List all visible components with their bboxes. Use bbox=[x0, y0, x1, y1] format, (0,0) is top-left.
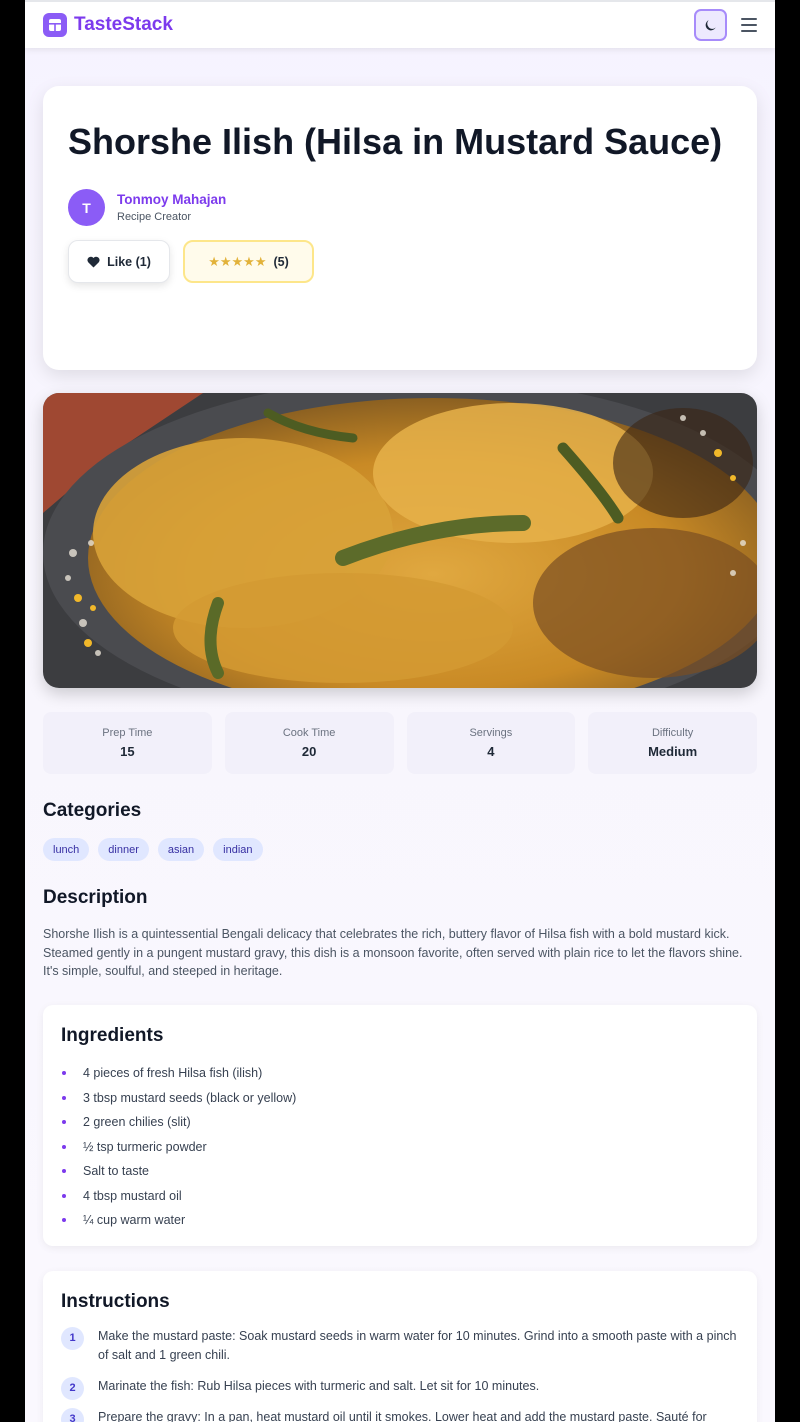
rating-count: (5) bbox=[273, 254, 289, 269]
list-item: Salt to taste bbox=[43, 1159, 757, 1184]
stat-label: Servings bbox=[469, 727, 513, 739]
category-tag[interactable]: lunch bbox=[43, 838, 90, 861]
recipe-title: Shorshe Ilish (Hilsa in Mustard Sauce) bbox=[68, 121, 723, 162]
bullet-icon bbox=[62, 1071, 66, 1075]
brand-logo-icon bbox=[43, 13, 67, 37]
step-number: 1 bbox=[61, 1327, 84, 1350]
category-tag[interactable]: indian bbox=[213, 838, 263, 861]
instruction-step: 1 Make the mustard paste: Soak mustard s… bbox=[43, 1327, 757, 1365]
stat-value: Medium bbox=[648, 744, 698, 759]
bullet-icon bbox=[62, 1144, 66, 1149]
theme-toggle-button[interactable] bbox=[694, 9, 727, 41]
rating-stars: ★★★★★ bbox=[208, 253, 267, 269]
ingredients-card: Ingredients 4 pieces of fresh Hilsa fish… bbox=[43, 1005, 757, 1246]
top-navbar: TasteStack bbox=[25, 0, 775, 48]
instructions-heading: Instructions bbox=[61, 1291, 170, 1312]
recipe-image bbox=[43, 393, 757, 688]
author-role: Recipe Creator bbox=[117, 211, 191, 223]
bullet-icon bbox=[62, 1193, 66, 1198]
like-button[interactable]: Like (1) bbox=[68, 240, 170, 283]
brand[interactable]: TasteStack bbox=[43, 13, 173, 37]
recipe-page: TasteStack Shorshe Ilish (Hilsa in Musta… bbox=[25, 0, 775, 1422]
stat-value: 20 bbox=[301, 744, 317, 759]
step-text: Make the mustard paste: Soak mustard see… bbox=[98, 1329, 737, 1362]
bullet-icon bbox=[62, 1095, 66, 1100]
step-number: 2 bbox=[61, 1377, 84, 1400]
bullet-icon bbox=[62, 1218, 66, 1222]
stat-cook-time: Cook Time 20 bbox=[224, 712, 394, 774]
recipe-actions: Like (1) ★★★★★ (5) bbox=[68, 240, 732, 283]
category-tags: lunch dinner asian indian bbox=[43, 838, 263, 861]
list-item: 3 tbsp mustard seeds (black or yellow) bbox=[43, 1086, 757, 1111]
categories-heading: Categories bbox=[43, 800, 142, 821]
description-text: Shorshe Ilish is a quintessential Bengal… bbox=[43, 927, 743, 978]
description-heading: Description bbox=[43, 887, 148, 908]
category-tag[interactable]: dinner bbox=[98, 838, 149, 861]
stat-value: 15 bbox=[120, 744, 135, 759]
stat-prep-time: Prep Time 15 bbox=[43, 712, 212, 774]
list-item: ½ tsp turmeric powder bbox=[43, 1135, 757, 1160]
step-text: Marinate the fish: Rub Hilsa pieces with… bbox=[98, 1379, 540, 1393]
stat-label: Difficulty bbox=[651, 727, 694, 739]
ingredients-list: 4 pieces of fresh Hilsa fish (ilish) 3 t… bbox=[43, 1061, 757, 1233]
ingredients-heading: Ingredients bbox=[61, 1025, 164, 1046]
list-item: 4 pieces of fresh Hilsa fish (ilish) bbox=[43, 1061, 757, 1086]
list-item: 2 green chilies (slit) bbox=[43, 1110, 757, 1135]
instruction-step: 3 Prepare the gravy: In a pan, heat must… bbox=[43, 1408, 757, 1422]
list-item: 4 tbsp mustard oil bbox=[43, 1184, 757, 1209]
moon-icon bbox=[705, 20, 716, 31]
step-number: 3 bbox=[61, 1408, 84, 1422]
author-info: T Tonmoy Mahajan Recipe Creator bbox=[68, 189, 732, 226]
instructions-card: Instructions 1 Make the mustard paste: S… bbox=[43, 1271, 757, 1422]
step-text: Prepare the gravy: In a pan, heat mustar… bbox=[98, 1410, 707, 1422]
stat-servings: Servings 4 bbox=[406, 712, 576, 774]
bullet-icon bbox=[62, 1169, 66, 1173]
stat-value: 4 bbox=[487, 744, 495, 759]
like-label: Like (1) bbox=[107, 254, 151, 269]
bullet-icon bbox=[62, 1120, 66, 1124]
nav-actions bbox=[694, 9, 757, 41]
heart-icon bbox=[87, 256, 100, 267]
stat-label: Cook Time bbox=[282, 727, 336, 739]
rating-button[interactable]: ★★★★★ (5) bbox=[183, 240, 314, 283]
category-tag[interactable]: asian bbox=[157, 838, 205, 861]
recipe-header-card: Shorshe Ilish (Hilsa in Mustard Sauce) T… bbox=[43, 86, 757, 370]
instruction-step: 2 Marinate the fish: Rub Hilsa pieces wi… bbox=[43, 1377, 757, 1400]
author-name[interactable]: Tonmoy Mahajan bbox=[117, 192, 226, 207]
list-item: ¼ cup warm water bbox=[43, 1208, 757, 1233]
recipe-stats: Prep Time 15 Cook Time 20 Servings 4 Dif… bbox=[43, 712, 757, 774]
brand-name: TasteStack bbox=[74, 14, 173, 35]
hamburger-menu-icon[interactable] bbox=[741, 18, 757, 32]
avatar[interactable]: T bbox=[68, 189, 105, 226]
stat-difficulty: Difficulty Medium bbox=[588, 712, 757, 774]
stat-label: Prep Time bbox=[102, 727, 153, 739]
